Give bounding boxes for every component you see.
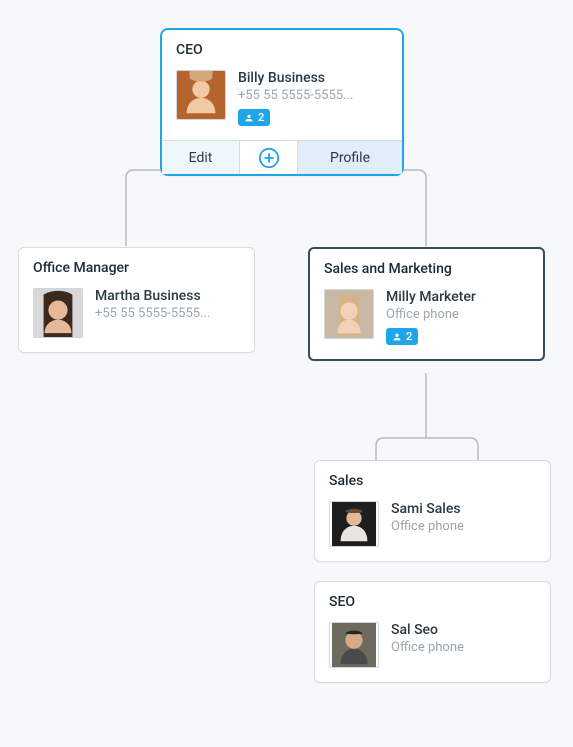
badge-count: 2 [406, 330, 412, 343]
person-detail: +55 55 5555-5555... [238, 88, 353, 103]
role-label: Office Manager [19, 248, 254, 276]
person-name: Martha Business [95, 288, 210, 304]
reports-badge: 2 [238, 109, 270, 126]
avatar-sami [329, 501, 379, 547]
people-icon [392, 332, 402, 342]
reports-badge: 2 [386, 328, 418, 345]
card-sales-marketing[interactable]: Sales and Marketing Milly Marketer Offic… [308, 247, 545, 361]
card-seo[interactable]: SEO Sal Seo Office phone [314, 581, 551, 683]
card-ceo[interactable]: CEO Billy Business +55 55 5555-5555... 2… [160, 28, 404, 176]
person-detail: Office phone [391, 640, 464, 655]
person-detail: +55 55 5555-5555... [95, 306, 210, 321]
edit-button[interactable]: Edit [162, 141, 240, 174]
card-sales[interactable]: Sales Sami Sales Office phone [314, 460, 551, 562]
card-office-manager[interactable]: Office Manager Martha Business +55 55 55… [18, 247, 255, 353]
add-button[interactable] [240, 141, 298, 174]
card-actions: Edit Profile [162, 140, 402, 174]
person-detail: Office phone [386, 307, 476, 322]
person-detail: Office phone [391, 519, 464, 534]
avatar-martha [33, 288, 83, 338]
avatar-billy [176, 70, 226, 120]
avatar-sal [329, 622, 379, 668]
avatar-milly [324, 289, 374, 339]
role-label: Sales [315, 461, 550, 489]
people-icon [244, 113, 254, 123]
person-name: Billy Business [238, 70, 353, 86]
person-name: Milly Marketer [386, 289, 476, 305]
role-label: Sales and Marketing [310, 249, 543, 277]
badge-count: 2 [258, 111, 264, 124]
profile-button[interactable]: Profile [298, 141, 402, 174]
role-label: SEO [315, 582, 550, 610]
person-name: Sal Seo [391, 622, 464, 638]
plus-circle-icon [258, 147, 280, 169]
person-name: Sami Sales [391, 501, 464, 517]
org-chart-canvas: { "cards": { "ceo": { "role": "CEO", "na… [0, 0, 573, 747]
role-label: CEO [162, 30, 402, 58]
